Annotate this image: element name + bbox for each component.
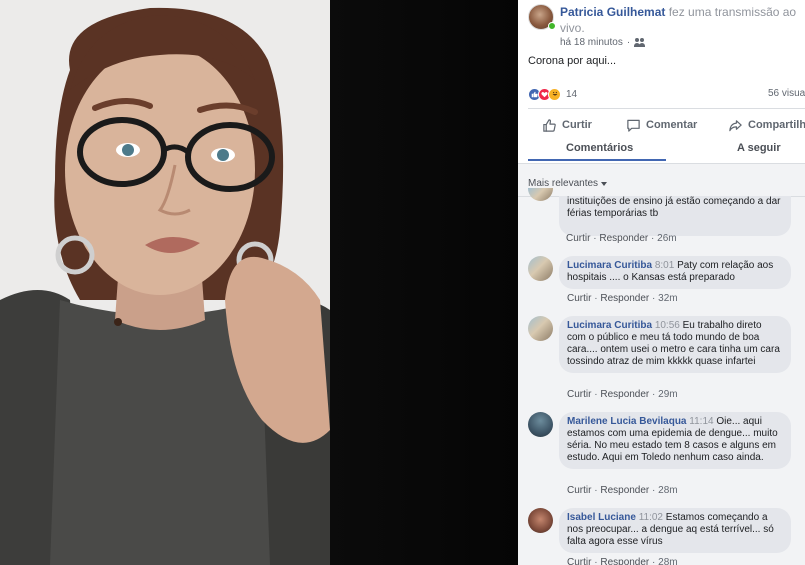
comment-bubble: Lucimara Curitiba 10:56 Eu trabalho dire… [559, 316, 791, 373]
haha-reaction-icon [548, 87, 561, 101]
post-meta: há 18 minutos · [560, 37, 645, 48]
comment-age[interactable]: 32m [658, 293, 677, 304]
comment-reply-link[interactable]: Responder [600, 389, 649, 400]
commenter-avatar[interactable] [528, 508, 553, 533]
comment-bubble: Marilene Lucia Bevilaqua 11:14 Oie... aq… [559, 412, 791, 469]
reactions-bar[interactable]: 14 56 visualiza [528, 86, 805, 102]
commenter-avatar[interactable] [528, 316, 553, 341]
video-timestamp[interactable]: 10:56 [655, 320, 680, 331]
commenter-name[interactable]: Lucimara Curitiba [567, 260, 652, 271]
commenter-avatar[interactable] [528, 188, 553, 201]
video-letterbox [330, 0, 518, 565]
commenter-name[interactable]: Lucimara Curitiba [567, 320, 652, 331]
video-timestamp[interactable]: 8:01 [655, 260, 674, 271]
caret-down-icon [601, 181, 608, 186]
comment-bubble: Lucimara Curitiba 8:01 Paty com relação … [559, 256, 791, 289]
comment-icon [627, 119, 640, 132]
comment-bubble: instituições de ensino já estão começand… [559, 196, 791, 236]
commenter-avatar[interactable] [528, 256, 553, 281]
view-count: 56 visualiza [768, 88, 805, 99]
comment-actions: Curtir · Responder · 28m [567, 485, 678, 496]
video-timestamp[interactable]: 11:14 [689, 416, 713, 427]
commenter-name[interactable]: Marilene Lucia Bevilaqua [567, 416, 687, 427]
comment-age[interactable]: 28m [658, 485, 677, 496]
comment-like-link[interactable]: Curtir [567, 293, 591, 304]
share-label: Compartilha [748, 119, 805, 131]
post-time[interactable]: há 18 minutos [560, 37, 623, 48]
comment-like-link[interactable]: Curtir [567, 557, 591, 565]
post-text: Corona por aqui... [528, 55, 617, 67]
commenter-name[interactable]: Isabel Luciane [567, 512, 636, 523]
share-icon [729, 119, 742, 131]
comment-age[interactable]: 29m [658, 389, 677, 400]
post-header: Patricia Guilhemat fez uma transmissão a… [528, 3, 805, 51]
comment-actions: Curtir · Responder · 28m [567, 557, 678, 565]
video-frame [0, 0, 330, 565]
post-title: Patricia Guilhemat fez uma transmissão a… [560, 4, 805, 36]
comment-tabs: Comentários A seguir [528, 138, 805, 161]
comment-reply-link[interactable]: Responder [599, 233, 648, 244]
comment-button[interactable]: Comentar [626, 112, 697, 138]
post-panel: Patricia Guilhemat fez uma transmissão a… [518, 0, 805, 565]
online-status-dot [548, 22, 556, 30]
like-label: Curtir [562, 119, 592, 131]
tab-following[interactable]: A seguir [737, 142, 781, 154]
comment-like-link[interactable]: Curtir [566, 233, 590, 244]
video-timestamp[interactable]: 11:02 [639, 512, 663, 523]
video-person-image [0, 0, 330, 565]
comment-like-link[interactable]: Curtir [567, 389, 591, 400]
like-button[interactable]: Curtir [542, 112, 592, 138]
reaction-count[interactable]: 14 [566, 89, 577, 100]
comment-age[interactable]: 26m [657, 233, 676, 244]
tab-comments[interactable]: Comentários [566, 142, 633, 154]
author-name-link[interactable]: Patricia Guilhemat [560, 5, 665, 19]
live-video-player[interactable] [0, 0, 518, 565]
comments-list[interactable]: Mais relevantes instituições de ensino j… [518, 163, 805, 565]
post-actions: Curtir Comentar Compartilha [528, 112, 805, 138]
friends-icon[interactable] [634, 38, 645, 47]
comment-text: instituições de ensino já estão começand… [567, 196, 781, 219]
comment-age[interactable]: 28m [658, 557, 677, 565]
comment-reply-link[interactable]: Responder [600, 485, 649, 496]
comment-bubble: Isabel Luciane 11:02 Estamos começando a… [559, 508, 791, 553]
comment-actions: Curtir · Responder · 29m [567, 389, 678, 400]
comment-like-link[interactable]: Curtir [567, 485, 591, 496]
comment-actions: Curtir · Responder · 32m [567, 293, 678, 304]
meta-separator: · [626, 37, 631, 48]
comment-actions: Curtir · Responder · 26m [566, 233, 677, 244]
comment-label: Comentar [646, 119, 698, 131]
commenter-avatar[interactable] [528, 412, 553, 437]
thumbs-up-icon [543, 118, 556, 132]
active-tab-indicator [528, 159, 666, 161]
divider [528, 108, 805, 109]
share-button[interactable]: Compartilha [728, 112, 805, 138]
comment-reply-link[interactable]: Responder [600, 293, 649, 304]
comment-reply-link[interactable]: Responder [600, 557, 649, 565]
